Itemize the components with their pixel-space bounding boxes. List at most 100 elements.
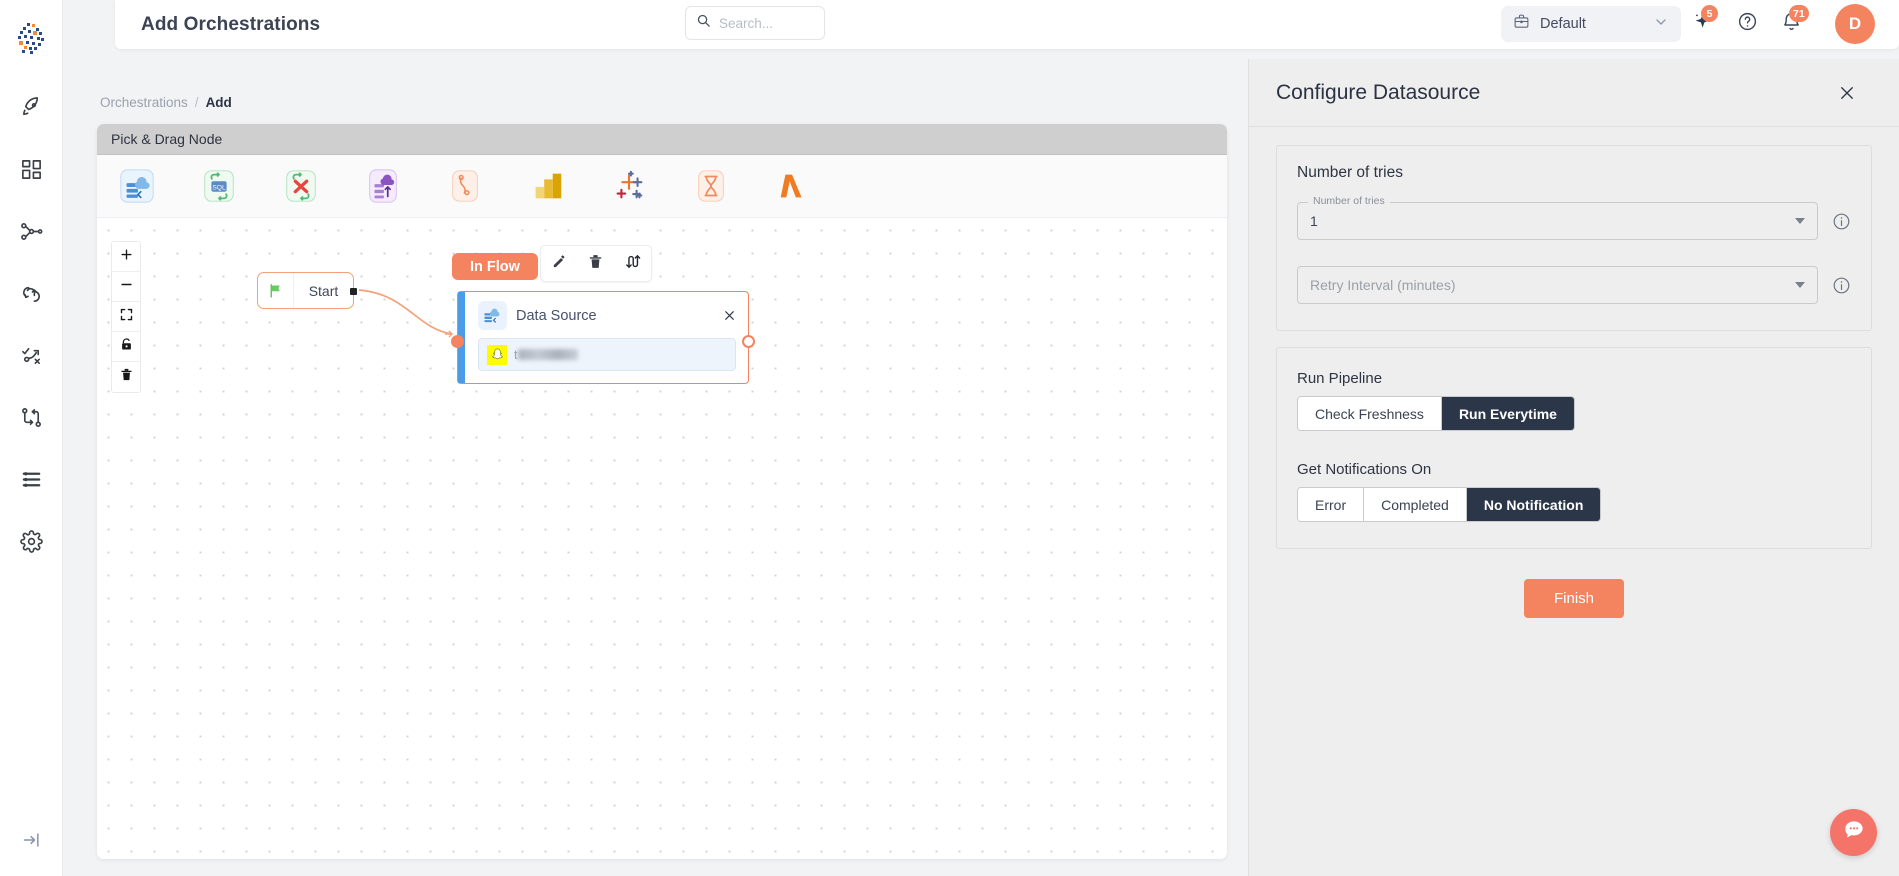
edit-node-button[interactable] [551,253,568,275]
question-circle-icon [1737,11,1758,37]
number-of-tries-label: Number of tries [1308,195,1390,207]
sidebar-item-orchestrations[interactable] [9,336,53,380]
panel-footer: Finish [1276,579,1872,618]
search-icon [696,13,711,33]
data-source-node-header: Data Source [458,292,748,330]
number-of-tries-value: 1 [1310,213,1318,229]
chevron-down-icon [1795,282,1805,288]
sidebar-item-dashboard[interactable] [9,150,53,194]
zoom-in-button[interactable] [112,242,140,272]
left-sidebar [0,0,63,876]
breadcrumb-separator: / [194,95,199,110]
help-button[interactable] [1733,10,1761,38]
start-node[interactable]: Start [257,272,357,309]
info-icon[interactable] [1832,212,1851,231]
palette-snowflake[interactable] [445,166,485,206]
clear-button[interactable] [112,362,140,392]
swap-arrows-icon [624,253,641,275]
fit-view-button[interactable] [112,302,140,332]
info-icon[interactable] [1832,276,1851,295]
page-title: Add Orchestrations [141,13,321,35]
notifications-segmented-control: Error Completed No Notification [1297,487,1602,522]
zoom-out-button[interactable] [112,272,140,302]
chevron-down-icon [1653,14,1669,35]
app-logo[interactable] [9,16,53,60]
route-icon [20,344,43,372]
number-of-tries-select[interactable]: Number of tries 1 [1297,195,1818,240]
palette-sql-sync[interactable]: SQL [199,166,239,206]
breadcrumb-current: Add [205,95,232,110]
trash-icon [119,367,134,387]
retry-interval-placeholder: Retry Interval (minutes) [1310,277,1456,293]
breadcrumb: Orchestrations / Add [100,95,232,110]
start-node-label: Start [308,282,339,299]
data-source-connection-field[interactable]: t [478,338,736,371]
sidebar-item-sync[interactable] [9,274,53,318]
data-source-node[interactable]: Data Source t [451,291,755,384]
masked-text [518,349,579,360]
pencil-icon [551,253,568,275]
palette-data-load[interactable] [363,166,403,206]
node-toolbar [540,245,652,282]
palette-lambda[interactable] [773,166,813,206]
flow-canvas[interactable]: Start In Flow Data Source t [97,219,1227,859]
expand-sidebar-button[interactable] [0,822,63,862]
lock-button[interactable] [112,332,140,362]
number-of-tries-row: Number of tries 1 [1297,195,1851,240]
finish-button[interactable]: Finish [1523,579,1624,618]
run-pipeline-option-run-everytime[interactable]: Run Everytime [1441,397,1574,430]
minus-icon [119,277,134,297]
close-icon[interactable] [720,307,738,325]
run-pipeline-option-check-freshness[interactable]: Check Freshness [1298,397,1442,430]
notifications-option-error[interactable]: Error [1298,488,1365,521]
cloud-sync-icon [20,282,43,310]
chevron-down-icon [1795,218,1805,224]
data-source-node-title: Data Source [516,307,597,324]
fit-screen-icon [119,307,134,327]
trash-icon [587,253,604,275]
palette-transform[interactable] [281,166,321,206]
hierarchy-icon [20,220,43,248]
search-input[interactable]: Search... [685,6,825,40]
top-bar: Add Orchestrations Search... Default 5 7… [115,0,1899,49]
configure-datasource-panel: Configure Datasource Number of tries Num… [1248,59,1899,876]
sidebar-item-launch[interactable] [9,88,53,132]
notifications-option-no-notification[interactable]: No Notification [1466,488,1601,521]
close-icon[interactable] [1835,81,1859,105]
sidebar-item-logs[interactable] [9,460,53,504]
notifications-option-completed[interactable]: Completed [1364,488,1467,521]
palette-power-bi[interactable] [527,166,567,206]
search-placeholder: Search... [719,15,774,31]
notifications-button[interactable]: 71 [1777,5,1809,38]
swap-node-button[interactable] [624,253,641,275]
run-pipeline-segmented-control: Check Freshness Run Everytime [1297,396,1575,431]
palette-data-source[interactable] [117,166,157,206]
palette-tableau[interactable] [609,166,649,206]
grid-icon [20,158,43,186]
chat-support-button[interactable] [1830,809,1877,856]
notifications-label: Get Notifications On [1297,461,1432,478]
palette-scheduler[interactable] [691,166,731,206]
svg-text:SQL: SQL [212,184,226,191]
gear-icon [19,530,43,558]
node-input-handle[interactable] [451,335,464,348]
start-node-output-port[interactable] [350,288,357,295]
workspace-selector[interactable]: Default [1501,6,1681,42]
canvas-zoom-controls [111,241,141,393]
snapchat-icon [487,344,507,365]
lock-icon [119,337,134,357]
retry-interval-select[interactable]: Retry Interval (minutes) [1297,266,1818,304]
ai-assistant-button[interactable]: 5 [1689,5,1718,38]
avatar[interactable]: D [1835,4,1875,44]
node-output-handle[interactable] [742,335,755,348]
sidebar-item-settings[interactable] [9,522,53,566]
rocket-icon [20,96,43,124]
data-source-connection-value: t [514,348,579,362]
run-pipeline-label: Run Pipeline [1297,370,1383,387]
list-icon [20,468,43,496]
panel-header: Configure Datasource [1249,59,1899,127]
sidebar-item-pipelines[interactable] [9,212,53,256]
breadcrumb-parent[interactable]: Orchestrations [100,95,188,110]
delete-node-button[interactable] [587,253,604,275]
sidebar-item-workflows[interactable] [9,398,53,442]
